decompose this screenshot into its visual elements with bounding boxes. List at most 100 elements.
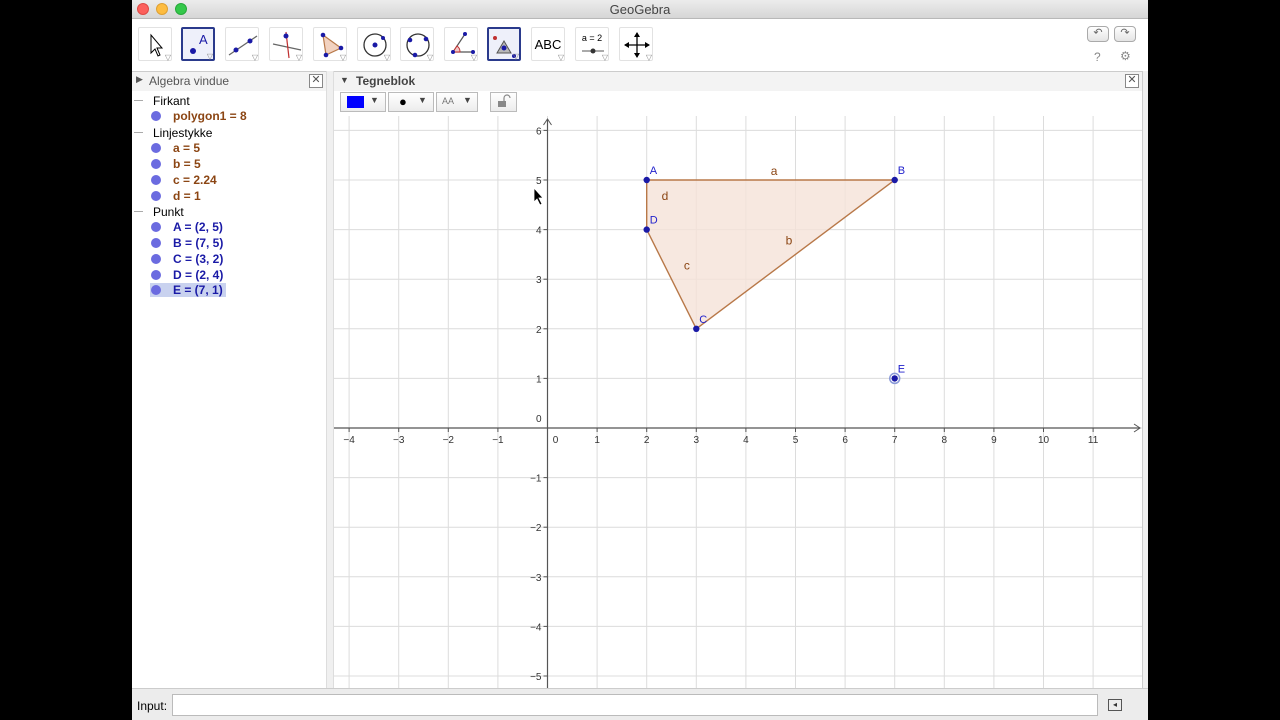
y-tick-label: 0 [536,414,542,425]
input-field[interactable] [172,694,1098,716]
algebra-item-text: d = 1 [173,189,201,203]
perpendicular-tool[interactable]: ▽ [269,27,303,62]
x-tick-label: −1 [492,435,504,446]
input-bar: Input: ◂ [132,688,1148,720]
point-E[interactable] [891,375,898,382]
undo-button[interactable]: ↶ [1087,26,1109,42]
close-algebra-view-button[interactable]: ✕ [309,74,323,88]
algebra-item-text: b = 5 [173,157,201,171]
polygon-tool[interactable]: ▽ [313,27,347,62]
visibility-toggle[interactable] [151,238,161,248]
visibility-toggle[interactable] [151,159,161,169]
group-label-punkt[interactable]: Punkt [153,205,184,219]
point-D[interactable] [643,226,650,233]
polygon1[interactable] [646,180,895,329]
x-tick-label: 11 [1088,435,1099,446]
segment-label-b: b [786,233,793,247]
collapse-triangle-icon[interactable]: ▼ [340,75,349,85]
y-tick-label: −4 [530,622,542,633]
graphics-view-header: ▼ Tegneblok ✕ [334,71,1142,92]
algebra-item-text: B = (7, 5) [173,236,224,250]
redo-icon: ↷ [1120,27,1130,39]
visibility-toggle[interactable] [151,175,161,185]
x-tick-label: −2 [443,435,455,446]
label-style-button[interactable]: AA ▼ [436,92,478,112]
keyboard-icon[interactable]: ◂ [1108,699,1122,711]
circle-three-points-tool[interactable]: ▽ [400,27,434,62]
chevron-down-icon: ▼ [418,95,427,105]
group-label-linjestykke[interactable]: Linjestykke [153,126,212,140]
y-tick-label: 2 [536,325,542,336]
slider-tool[interactable]: a = 2 ▽ [575,27,609,62]
angle-tool[interactable]: ▽ [444,27,478,62]
y-tick-label: 4 [536,226,542,237]
redo-button[interactable]: ↷ [1114,26,1136,42]
toolbar: ▽ A ▽ ▽ ▽ ▽ ▽ ▽ ▽ ▽ ABC ▽ a = 2 ▽ ▽ ↶ ↷ … [132,19,1148,71]
x-tick-label: 7 [892,435,898,446]
segment-label-c: c [684,258,690,272]
point-C[interactable] [693,325,700,332]
point-style-button[interactable]: ● ▼ [388,92,434,112]
algebra-view-title: Algebra vindue [149,74,230,88]
visibility-toggle[interactable] [151,191,161,201]
svg-text:A: A [199,32,208,47]
algebra-view: Firkant polygon1 = 8 Linjestykke a = 5 b… [132,91,326,688]
x-tick-label: 1 [594,435,600,446]
lock-button[interactable] [490,92,517,112]
line-tool[interactable]: ▽ [225,27,259,62]
lock-icon [498,94,511,107]
move-view-tool[interactable]: ▽ [619,27,653,62]
circle-tool[interactable]: ▽ [357,27,391,62]
segment-label-a: a [771,164,778,178]
y-tick-label: −2 [530,523,542,534]
collapse-triangle-icon[interactable]: ▶ [136,74,143,85]
point-tool[interactable]: A ▽ [181,27,215,61]
undo-icon: ↶ [1093,27,1103,39]
color-swatch [347,96,364,108]
segment-label-d: d [662,189,669,203]
visibility-toggle[interactable] [151,270,161,280]
chevron-down-icon: ▽ [206,52,213,61]
style-bar: ▼ ● ▼ AA ▼ [334,91,1142,115]
chevron-down-icon: ▽ [601,53,608,62]
visibility-toggle[interactable] [151,285,161,295]
chevron-down-icon: ▽ [557,53,564,62]
chevron-down-icon: ▼ [370,95,379,105]
x-tick-label: 10 [1038,435,1050,446]
move-tool[interactable]: ▽ [138,27,172,62]
graphics-view[interactable]: −4 −3 −2 −1 0 1 2 3 4 5 6 7 8 9 10 11 6 5 4 3 2 1 0 −1 −2 −3 −4 −5 a… [334,116,1142,688]
reflect-tool[interactable]: ▽ [487,27,521,61]
x-tick-label: 9 [991,435,997,446]
point-label-D: D [650,215,658,227]
chevron-down-icon: ▼ [463,95,472,105]
dot-icon: ● [399,94,407,109]
x-tick-label: −4 [343,435,355,446]
visibility-toggle[interactable] [151,143,161,153]
gear-icon[interactable]: ⚙ [1120,49,1131,63]
x-tick-label: 6 [842,435,848,446]
y-tick-label: −3 [530,573,542,584]
panel-splitter[interactable] [326,71,334,688]
y-tick-label: −5 [530,672,542,683]
algebra-item-text: C = (3, 2) [173,252,224,266]
algebra-item-text: a = 5 [173,141,201,155]
help-button[interactable]: ? [1094,50,1101,64]
text-tool[interactable]: ABC ▽ [531,27,565,62]
visibility-toggle[interactable] [151,254,161,264]
label-style-icon: AA [442,96,455,106]
visibility-toggle[interactable] [151,222,161,232]
chevron-down-icon: ▽ [512,52,519,61]
point-A[interactable] [643,176,650,184]
algebra-item-text: polygon1 = 8 [173,109,247,123]
close-graphics-view-button[interactable]: ✕ [1125,74,1139,88]
x-tick-label: 8 [942,435,948,446]
algebra-item-text: A = (2, 5) [173,220,223,234]
visibility-toggle[interactable] [151,111,161,121]
point-label-E: E [898,363,905,375]
graphics-canvas[interactable]: −4 −3 −2 −1 0 1 2 3 4 5 6 7 8 9 10 116543210−1−2−3−4−5a… [334,116,1142,688]
title-bar: GeoGebra [132,0,1148,19]
point-B[interactable] [891,176,898,184]
right-edge-strip [1142,71,1148,688]
group-label-firkant[interactable]: Firkant [153,94,190,108]
color-picker-button[interactable]: ▼ [340,92,386,112]
